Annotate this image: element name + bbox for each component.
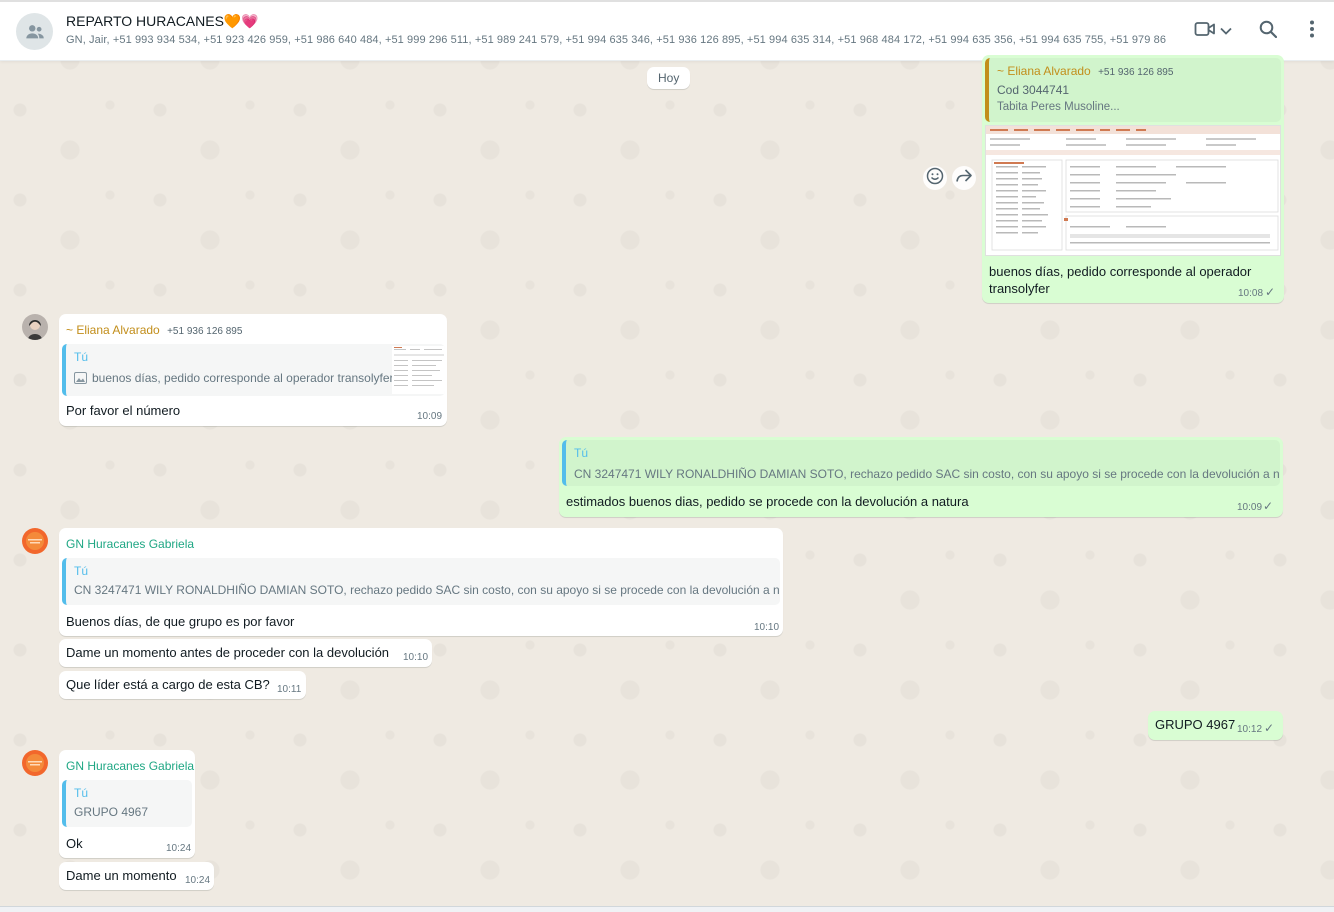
- message-bubble-incoming[interactable]: GN Huracanes Gabriela Tú CN 3247471 WILY…: [59, 528, 783, 636]
- avatar[interactable]: [22, 314, 48, 340]
- quoted-text: GRUPO 4967: [74, 805, 149, 819]
- quoted-text: buenos días, pedido corresponde al opera…: [92, 371, 394, 385]
- avatar[interactable]: [22, 528, 48, 554]
- group-participants[interactable]: GN, Jair, +51 993 934 534, +51 923 426 9…: [66, 34, 1166, 46]
- video-call-button[interactable]: [1191, 19, 1235, 43]
- forward-icon: [955, 168, 973, 189]
- quoted-text: CN 3247471 WILY RONALDHIÑO DAMIAN SOTO, …: [74, 583, 780, 597]
- emoji-react-button[interactable]: [923, 166, 947, 190]
- message-bubble-outgoing[interactable]: GRUPO 4967 10:12 ✓: [1148, 711, 1283, 740]
- message-text: Dame un momento antes de proceder con la…: [66, 645, 390, 660]
- quoted-author: Tú: [74, 786, 89, 800]
- quoted-author: Tú: [74, 350, 89, 364]
- quoted-message[interactable]: Tú GRUPO 4967: [62, 780, 192, 827]
- message-text: Buenos días, de que grupo es por favor: [66, 614, 295, 629]
- avatar[interactable]: [22, 750, 48, 776]
- quoted-author: ~ Eliana Alvarado: [997, 64, 1091, 78]
- message-bubble-incoming[interactable]: Dame un momento antes de proceder con la…: [59, 639, 432, 667]
- image-attachment[interactable]: [985, 125, 1281, 256]
- emoji-icon: [926, 167, 944, 190]
- message-time: 10:11: [277, 684, 302, 695]
- sent-check-icon: ✓: [1263, 499, 1274, 513]
- message-time: 10:10: [403, 652, 429, 663]
- chevron-down-icon: [1220, 22, 1232, 40]
- header-top-border: [0, 0, 1334, 2]
- menu-icon: [1310, 20, 1314, 43]
- message-text: Por favor el número: [66, 403, 181, 418]
- sender-phone: +51 936 126 895: [167, 326, 243, 337]
- group-icon[interactable]: [16, 13, 53, 50]
- message-time: 10:09: [417, 411, 443, 422]
- sender-name[interactable]: ~ Eliana Alvarado: [66, 323, 160, 337]
- message-text: Dame un momento: [66, 868, 177, 883]
- message-text: Que líder está a cargo de esta CB?: [66, 677, 270, 692]
- message-time: 10:09: [1237, 502, 1263, 513]
- message-text: estimados buenos dias, pedido se procede…: [566, 494, 969, 509]
- date-separator: Hoy: [647, 67, 691, 89]
- composer-edge: [0, 906, 1334, 912]
- quoted-image-thumbnail: [392, 346, 445, 394]
- message-time: 10:10: [754, 622, 780, 633]
- message-bubble-incoming[interactable]: GN Huracanes Gabriela Tú GRUPO 4967 Ok 1…: [59, 750, 195, 858]
- message-text-continued: transolyfer: [989, 281, 1050, 296]
- message-bubble-incoming[interactable]: Dame un momento 10:24: [59, 862, 214, 890]
- sent-check-icon: ✓: [1264, 721, 1275, 735]
- photo-icon: [74, 372, 87, 387]
- quoted-message[interactable]: Tú CN 3247471 WILY RONALDHIÑO DAMIAN SOT…: [62, 558, 780, 605]
- quoted-author-phone: +51 936 126 895: [1098, 67, 1174, 78]
- message-text: Ok: [66, 836, 83, 851]
- message-bubble-incoming[interactable]: Que líder está a cargo de esta CB? 10:11: [59, 671, 306, 699]
- quoted-text: CN 3247471 WILY RONALDHIÑO DAMIAN SOTO, …: [574, 467, 1280, 481]
- message-time: 10:12: [1237, 724, 1263, 735]
- message-time: 10:24: [185, 875, 211, 886]
- quoted-message[interactable]: Tú CN 3247471 WILY RONALDHIÑO DAMIAN SOT…: [562, 440, 1280, 486]
- sent-check-icon: ✓: [1265, 285, 1276, 299]
- sender-name[interactable]: GN Huracanes Gabriela: [66, 759, 194, 773]
- quoted-message[interactable]: ~ Eliana Alvarado +51 936 126 895 Cod 30…: [985, 58, 1281, 122]
- sender-name[interactable]: GN Huracanes Gabriela: [66, 537, 194, 551]
- message-bubble-outgoing[interactable]: ~ Eliana Alvarado +51 936 126 895 Cod 30…: [982, 55, 1284, 303]
- message-time: 10:24: [166, 843, 192, 854]
- quoted-text-line2: Tabita Peres Musoline...: [997, 101, 1120, 113]
- message-bubble-outgoing[interactable]: Tú CN 3247471 WILY RONALDHIÑO DAMIAN SOT…: [559, 437, 1283, 517]
- video-call-icon: [1194, 20, 1216, 43]
- quoted-author: Tú: [574, 446, 589, 460]
- menu-button[interactable]: [1300, 19, 1324, 43]
- quoted-message[interactable]: Tú buenos días, pedido corresponde al op…: [62, 344, 445, 396]
- message-text: buenos días, pedido corresponde al opera…: [989, 264, 1252, 279]
- message-time: 10:08: [1238, 288, 1264, 299]
- chat-header[interactable]: REPARTO HURACANES🧡💗 GN, Jair, +51 993 93…: [0, 0, 1334, 61]
- group-name[interactable]: REPARTO HURACANES🧡💗: [66, 13, 259, 30]
- quoted-text-line1: Cod 3044741: [997, 83, 1070, 97]
- search-button[interactable]: [1256, 19, 1280, 43]
- message-text: GRUPO 4967: [1155, 717, 1236, 732]
- message-bubble-incoming[interactable]: ~ Eliana Alvarado +51 936 126 895 Tú bue…: [59, 314, 447, 426]
- search-icon: [1259, 20, 1278, 43]
- forward-button[interactable]: [952, 166, 976, 190]
- quoted-author: Tú: [74, 564, 89, 578]
